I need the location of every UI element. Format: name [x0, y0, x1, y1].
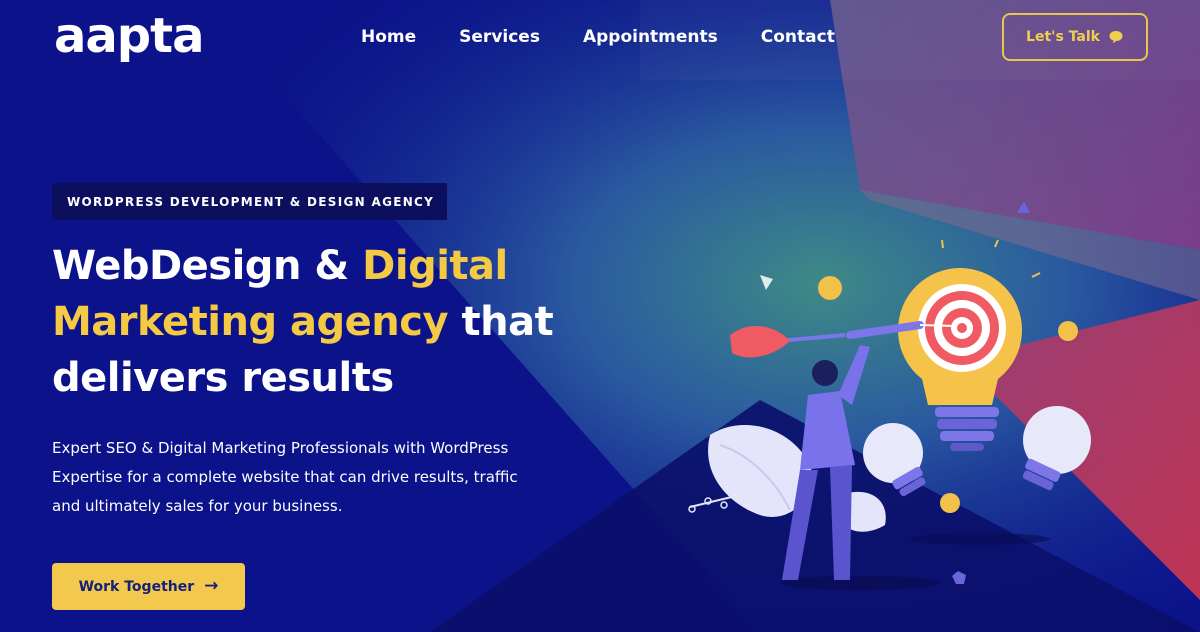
work-together-button[interactable]: Work Together →: [52, 563, 245, 610]
main-nav: Home Services Appointments Contact: [361, 26, 878, 48]
brand-logo[interactable]: aapta: [54, 6, 204, 66]
nav-item-home[interactable]: Home: [361, 26, 416, 48]
nav-item-services[interactable]: Services: [459, 26, 540, 48]
hero-eyebrow: WORDPRESS DEVELOPMENT & DESIGN AGENCY: [52, 183, 447, 220]
lets-talk-button[interactable]: Let's Talk: [1002, 13, 1148, 61]
chat-bubble-icon: [1109, 31, 1123, 44]
hero-description: Expert SEO & Digital Marketing Professio…: [52, 439, 518, 515]
hero-illustration: [688, 201, 1091, 590]
nav-item-contact[interactable]: Contact: [761, 26, 835, 48]
lets-talk-label: Let's Talk: [1026, 29, 1100, 45]
nav-item-appointments[interactable]: Appointments: [583, 26, 718, 48]
arrow-right-icon: →: [204, 576, 219, 596]
site-header: aapta Home Services Appointments Contact…: [0, 0, 1200, 78]
work-together-label: Work Together: [78, 578, 195, 595]
hero-title: WebDesign & Digital Marketing agency tha…: [52, 238, 572, 406]
hero-title-part1: WebDesign &: [52, 243, 363, 289]
